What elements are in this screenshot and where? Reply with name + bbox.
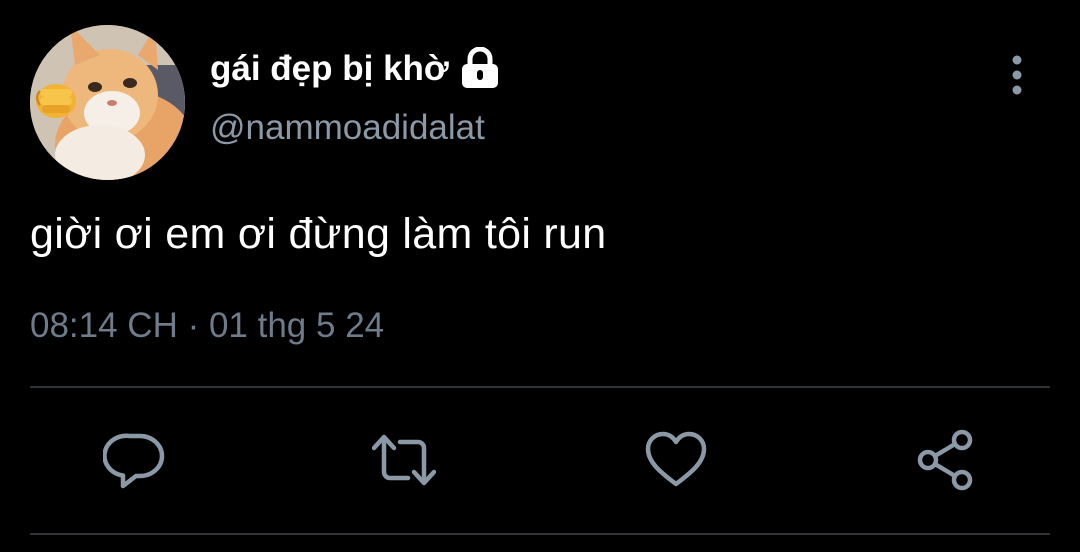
bottom-divider bbox=[30, 533, 1050, 535]
retweet-icon bbox=[372, 434, 436, 486]
more-vertical-icon bbox=[1012, 55, 1022, 95]
like-button[interactable] bbox=[644, 428, 708, 492]
tweet: gái đẹp bị khờ @nammoadidalat giời ơi em… bbox=[0, 0, 1080, 552]
like-icon bbox=[645, 431, 707, 487]
reply-button[interactable] bbox=[103, 428, 167, 492]
tweet-timestamp[interactable]: 08:14 CH · 01 thg 5 24 bbox=[30, 306, 384, 346]
display-name-row: gái đẹp bị khờ bbox=[210, 44, 501, 94]
cat-avatar-image bbox=[30, 25, 185, 180]
more-options-button[interactable] bbox=[998, 50, 1036, 100]
avatar[interactable] bbox=[30, 25, 185, 180]
share-button[interactable] bbox=[914, 428, 978, 492]
retweet-button[interactable] bbox=[372, 428, 436, 492]
user-handle[interactable]: @nammoadidalat bbox=[210, 108, 485, 148]
reply-icon bbox=[103, 433, 165, 489]
share-icon bbox=[917, 429, 973, 491]
divider bbox=[30, 386, 1050, 388]
display-name[interactable]: gái đẹp bị khờ bbox=[210, 49, 449, 89]
tweet-text: giời ơi em ơi đừng làm tôi run bbox=[30, 210, 607, 258]
lock-icon bbox=[459, 46, 501, 91]
